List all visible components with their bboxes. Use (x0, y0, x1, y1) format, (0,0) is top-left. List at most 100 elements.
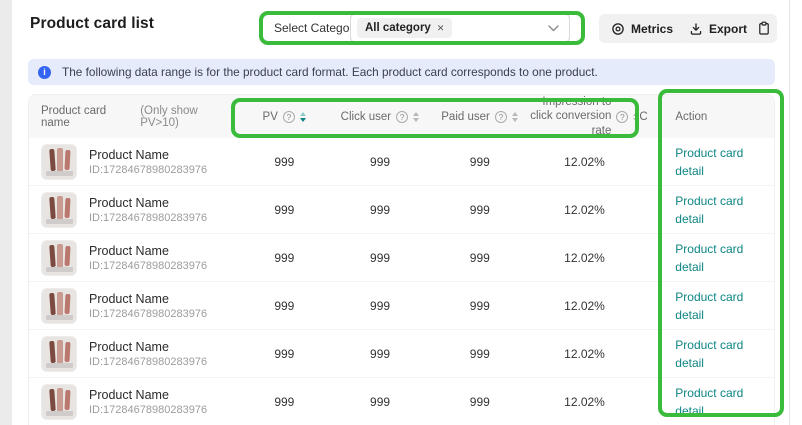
pv-value: 999 (238, 203, 330, 217)
paid-user-value: 999 (430, 251, 530, 265)
column-header-conversion-rate[interactable]: Impression to click conversion rate ? (529, 95, 639, 138)
click-user-value: 999 (330, 395, 430, 409)
sort-icon[interactable] (300, 112, 306, 122)
pv-value: 999 (238, 395, 330, 409)
pv-header-label: PV (263, 111, 278, 123)
pv-value: 999 (238, 251, 330, 265)
product-card-detail-link[interactable]: Product card detail (675, 290, 743, 322)
table-row: Product Name ID:17284678980283976 999 99… (29, 330, 774, 378)
product-thumbnail (41, 336, 77, 372)
product-thumbnail (41, 384, 77, 420)
paid-user-value: 999 (430, 155, 530, 169)
category-tag-label: All category (365, 22, 431, 34)
metrics-button-label: Metrics (631, 22, 673, 36)
conversion-rate-header-label: Impression to click conversion rate (529, 95, 611, 138)
table-row: Product Name ID:17284678980283976 999 99… (29, 378, 774, 425)
product-cell: Product Name ID:17284678980283976 (29, 336, 238, 372)
product-id: ID:17284678980283976 (89, 212, 207, 224)
product-cell: Product Name ID:17284678980283976 (29, 144, 238, 180)
paid-user-value: 999 (430, 395, 530, 409)
export-button[interactable]: Export (677, 14, 759, 43)
info-banner: i The following data range is for the pr… (28, 59, 775, 85)
column-header-action: Action (665, 111, 774, 123)
window-edge (789, 0, 790, 425)
table-row: Product Name ID:17284678980283976 999 99… (29, 282, 774, 330)
remove-tag-icon[interactable]: ✕ (437, 23, 445, 34)
product-thumbnail (41, 144, 77, 180)
conversion-rate-value: 12.02% (530, 251, 640, 265)
help-icon[interactable]: ? (616, 111, 628, 123)
click-user-value: 999 (330, 299, 430, 313)
help-icon[interactable]: ? (495, 111, 507, 123)
product-name-header-note: (Only show PV>10) (140, 105, 238, 129)
page-gutter (0, 0, 12, 425)
pv-value: 999 (238, 347, 330, 361)
click-user-header-label: Click user (341, 111, 391, 123)
chevron-down-icon[interactable] (548, 25, 559, 32)
column-header-pv[interactable]: PV ? (238, 111, 330, 123)
pv-value: 999 (238, 299, 330, 313)
product-card-detail-link[interactable]: Product card detail (675, 242, 743, 274)
product-name: Product Name (89, 340, 207, 354)
column-header-product-name: Product card name (Only show PV>10) (29, 105, 238, 129)
product-name: Product Name (89, 196, 207, 210)
product-thumbnail (41, 240, 77, 276)
product-card-detail-link[interactable]: Product card detail (675, 386, 743, 418)
select-category-label: Select Category (274, 21, 359, 35)
conversion-rate-value: 12.02% (530, 203, 640, 217)
conversion-rate-value: 12.02% (530, 347, 640, 361)
click-user-value: 999 (330, 251, 430, 265)
table-row: Product Name ID:17284678980283976 999 99… (29, 234, 774, 282)
product-name: Product Name (89, 388, 207, 402)
info-banner-text: The following data range is for the prod… (62, 65, 598, 79)
clipboard-icon (757, 21, 771, 36)
conversion-rate-value: 12.02% (530, 299, 640, 313)
product-cell: Product Name ID:17284678980283976 (29, 192, 238, 228)
product-thumbnail (41, 192, 77, 228)
clipboard-button[interactable] (750, 14, 777, 43)
metrics-icon (611, 22, 625, 36)
table-row: Product Name ID:17284678980283976 999 99… (29, 138, 774, 186)
product-cell: Product Name ID:17284678980283976 (29, 240, 238, 276)
page-title: Product card list (30, 15, 154, 33)
help-icon[interactable]: ? (283, 111, 295, 123)
column-header-paid-user[interactable]: Paid user ? (430, 111, 530, 123)
product-name: Product Name (89, 244, 207, 258)
sort-icon[interactable] (413, 112, 419, 122)
product-cell: Product Name ID:17284678980283976 (29, 384, 238, 420)
product-table: Product card name (Only show PV>10) PV ?… (28, 94, 775, 425)
product-id: ID:17284678980283976 (89, 260, 207, 272)
export-button-label: Export (709, 22, 747, 36)
conversion-rate-value: 12.02% (530, 395, 640, 409)
table-row: Product Name ID:17284678980283976 999 99… (29, 186, 774, 234)
product-name-header-label: Product card name (41, 105, 137, 129)
product-card-detail-link[interactable]: Product card detail (675, 338, 743, 370)
product-id: ID:17284678980283976 (89, 404, 207, 416)
sort-icon[interactable] (512, 112, 518, 122)
product-card-detail-link[interactable]: Product card detail (675, 146, 743, 178)
click-user-value: 999 (330, 203, 430, 217)
paid-user-value: 999 (430, 203, 530, 217)
product-cell: Product Name ID:17284678980283976 (29, 288, 238, 324)
metrics-button[interactable]: Metrics (599, 14, 685, 43)
paid-user-header-label: Paid user (441, 111, 490, 123)
action-cell: Product card detail (665, 144, 774, 180)
product-name: Product Name (89, 292, 207, 306)
product-name: Product Name (89, 148, 207, 162)
table-header-row: Product card name (Only show PV>10) PV ?… (29, 95, 774, 138)
product-thumbnail (41, 288, 77, 324)
conversion-rate-value: 12.02% (530, 155, 640, 169)
paid-user-value: 999 (430, 347, 530, 361)
product-id: ID:17284678980283976 (89, 164, 207, 176)
category-tag[interactable]: All category ✕ (357, 18, 452, 38)
download-icon (689, 22, 703, 36)
category-select[interactable]: All category ✕ (350, 13, 570, 43)
product-card-detail-link[interactable]: Product card detail (675, 194, 743, 226)
action-cell: Product card detail (665, 192, 774, 228)
column-header-click-user[interactable]: Click user ? (330, 111, 430, 123)
product-id: ID:17284678980283976 (89, 308, 207, 320)
column-header-partial: C (639, 111, 665, 123)
pv-value: 999 (238, 155, 330, 169)
help-icon[interactable]: ? (396, 111, 408, 123)
click-user-value: 999 (330, 155, 430, 169)
